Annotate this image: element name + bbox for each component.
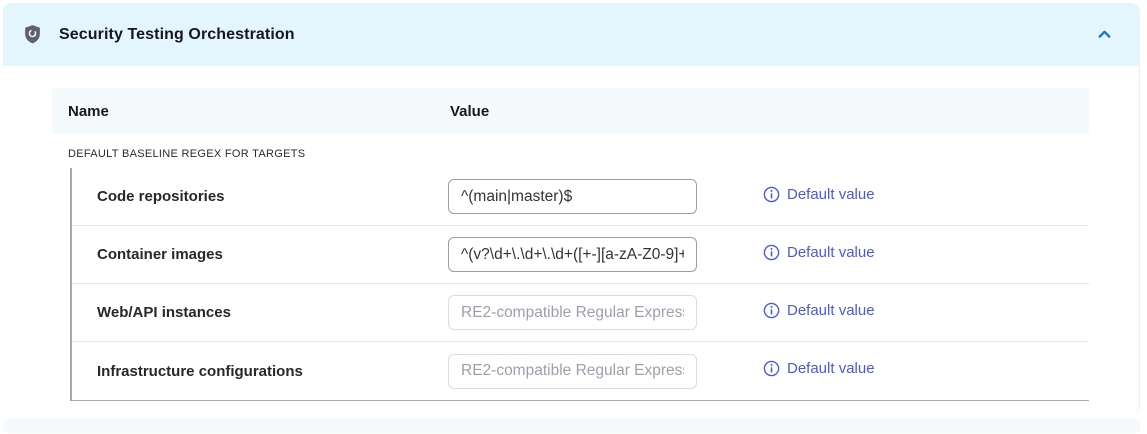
regex-input[interactable] bbox=[448, 237, 697, 272]
accordion-header[interactable]: Security Testing Orchestration bbox=[3, 3, 1139, 66]
column-header-name: Name bbox=[52, 103, 450, 120]
row-label: Web/API instances bbox=[72, 304, 448, 321]
info-circle-icon bbox=[763, 360, 780, 377]
regex-input[interactable] bbox=[448, 295, 697, 330]
section-label: DEFAULT BASELINE REGEX FOR TARGETS bbox=[52, 148, 1089, 160]
table-row: Infrastructure configurations Default va… bbox=[72, 342, 1089, 400]
security-testing-orchestration-panel: Security Testing Orchestration Name Valu… bbox=[3, 3, 1140, 414]
row-label: Code repositories bbox=[72, 188, 448, 205]
chevron-up-icon[interactable] bbox=[1092, 22, 1117, 47]
default-value-link[interactable]: Default value bbox=[763, 360, 875, 377]
regex-input[interactable] bbox=[448, 354, 697, 389]
default-value-label: Default value bbox=[787, 244, 875, 261]
regex-rows-group: Code repositories Default value Containe… bbox=[70, 168, 1089, 401]
default-value-label: Default value bbox=[787, 360, 875, 377]
default-value-link[interactable]: Default value bbox=[763, 186, 875, 203]
table-row: Container images Default value bbox=[72, 226, 1089, 284]
info-circle-icon bbox=[763, 244, 780, 261]
row-label: Infrastructure configurations bbox=[72, 363, 448, 380]
default-value-label: Default value bbox=[787, 302, 875, 319]
table-header: Name Value bbox=[52, 88, 1089, 134]
panel-body: Name Value DEFAULT BASELINE REGEX FOR TA… bbox=[3, 66, 1139, 414]
column-header-value: Value bbox=[450, 103, 1089, 120]
default-value-label: Default value bbox=[787, 186, 875, 203]
info-circle-icon bbox=[763, 186, 780, 203]
table-row: Web/API instances Default value bbox=[72, 284, 1089, 342]
panel-title: Security Testing Orchestration bbox=[59, 26, 295, 44]
info-circle-icon bbox=[763, 302, 780, 319]
next-section-peek[interactable] bbox=[3, 418, 1140, 433]
row-label: Container images bbox=[72, 246, 448, 263]
shield-icon bbox=[23, 24, 42, 45]
default-value-link[interactable]: Default value bbox=[763, 302, 875, 319]
table-row: Code repositories Default value bbox=[72, 168, 1089, 226]
regex-input[interactable] bbox=[448, 179, 697, 214]
default-value-link[interactable]: Default value bbox=[763, 244, 875, 261]
